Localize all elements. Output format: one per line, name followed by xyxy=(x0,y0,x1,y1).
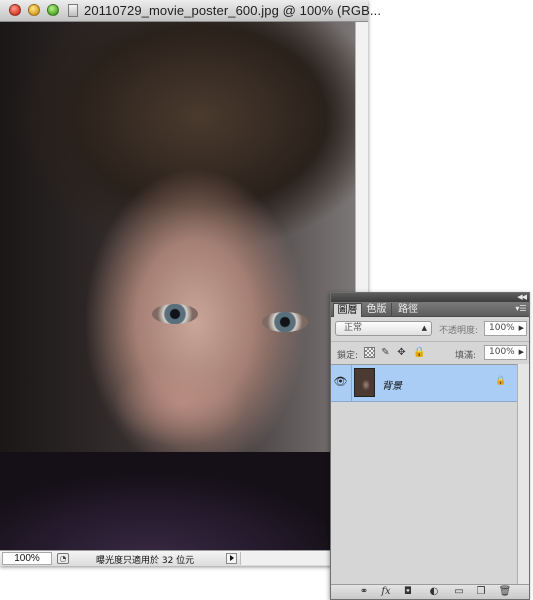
new-layer-icon[interactable]: ❐ xyxy=(474,586,488,598)
tab-layers[interactable]: 圖層 xyxy=(333,303,362,317)
close-icon[interactable] xyxy=(9,4,21,16)
document-icon xyxy=(68,4,78,17)
chevron-right-icon[interactable]: ▶ xyxy=(519,346,524,359)
add-mask-icon[interactable]: ◘ xyxy=(401,586,415,598)
zoom-icon[interactable] xyxy=(47,4,59,16)
chevron-updown-icon: ▲ xyxy=(421,324,427,332)
trash-icon[interactable]: 🗑 xyxy=(498,586,512,598)
blend-mode-select[interactable]: 正常 ▲ xyxy=(335,321,432,336)
panel-tabs: 圖層 色版 路徑 ▾☰ xyxy=(331,302,529,317)
chevron-right-icon[interactable]: ▶ xyxy=(519,322,524,335)
image-canvas[interactable] xyxy=(0,22,355,550)
lock-position-move-icon[interactable]: ✥ xyxy=(396,347,407,358)
panel-header[interactable]: ◀◀ xyxy=(331,293,529,302)
layer-style-fx-icon[interactable]: fx xyxy=(379,586,393,598)
opacity-value: 100% xyxy=(489,323,515,333)
status-menu-icon[interactable]: ◔ xyxy=(57,553,69,564)
layer-thumbnail xyxy=(354,368,375,397)
fill-value: 100% xyxy=(489,347,515,357)
status-bar: 100% ◔ 曝光度只適用於 32 位元 xyxy=(0,550,368,566)
blend-row: 正常 ▲ 不透明度: 100% ▶ xyxy=(335,321,527,337)
photo-detail xyxy=(152,304,198,324)
layer-row-background[interactable]: 👁 背景 🔒 xyxy=(331,365,517,402)
adjustment-layer-icon[interactable]: ◐ xyxy=(427,586,441,598)
divider xyxy=(351,365,352,401)
opacity-label: 不透明度: xyxy=(439,326,479,336)
visibility-eye-icon[interactable]: 👁 xyxy=(333,374,348,389)
document-window: 20110729_movie_poster_600.jpg @ 100% (RG… xyxy=(0,0,381,566)
window-title: 20110729_movie_poster_600.jpg @ 100% (RG… xyxy=(84,3,382,18)
blend-mode-value: 正常 xyxy=(344,323,363,333)
photo-detail xyxy=(0,452,355,550)
lock-label: 鎖定: xyxy=(337,351,359,361)
divider xyxy=(331,341,529,342)
collapse-icon[interactable]: ◀◀ xyxy=(517,293,527,302)
opacity-field[interactable]: 100% ▶ xyxy=(484,321,527,336)
layers-panel: ◀◀ 圖層 色版 路徑 ▾☰ 正常 ▲ 不透明度: 100% ▶ 鎖定: ✎ ✥… xyxy=(330,292,530,600)
zoom-level-field[interactable]: 100% xyxy=(2,552,52,565)
status-arrow-icon[interactable] xyxy=(226,553,237,564)
layer-list-scrollbar[interactable] xyxy=(517,364,529,584)
status-info: 曝光度只適用於 32 位元 xyxy=(96,556,195,566)
title-bar[interactable]: 20110729_movie_poster_600.jpg @ 100% (RG… xyxy=(0,0,381,22)
layer-name: 背景 xyxy=(382,381,402,392)
lock-pixels-brush-icon[interactable]: ✎ xyxy=(380,347,391,358)
new-group-folder-icon[interactable]: ▭ xyxy=(452,586,466,598)
lock-all-icon[interactable]: 🔒 xyxy=(413,347,425,358)
tab-channels[interactable]: 色版 xyxy=(362,303,392,317)
lock-transparency-icon[interactable] xyxy=(364,347,375,358)
fill-field[interactable]: 100% ▶ xyxy=(484,345,527,360)
panel-bottom-bar: ⚭ fx ◘ ◐ ▭ ❐ 🗑 xyxy=(331,584,529,599)
minimize-icon[interactable] xyxy=(28,4,40,16)
tab-paths[interactable]: 路徑 xyxy=(393,303,423,317)
panel-menu-icon[interactable]: ▾☰ xyxy=(515,303,527,315)
link-layers-icon[interactable]: ⚭ xyxy=(357,586,371,598)
layer-list: 👁 背景 🔒 xyxy=(331,364,517,585)
lock-row: 鎖定: ✎ ✥ 🔒 填滿: 100% ▶ xyxy=(335,345,527,361)
fill-label: 填滿: xyxy=(455,351,477,361)
layer-lock-icon: 🔒 xyxy=(495,376,507,386)
photo-detail xyxy=(262,312,308,332)
